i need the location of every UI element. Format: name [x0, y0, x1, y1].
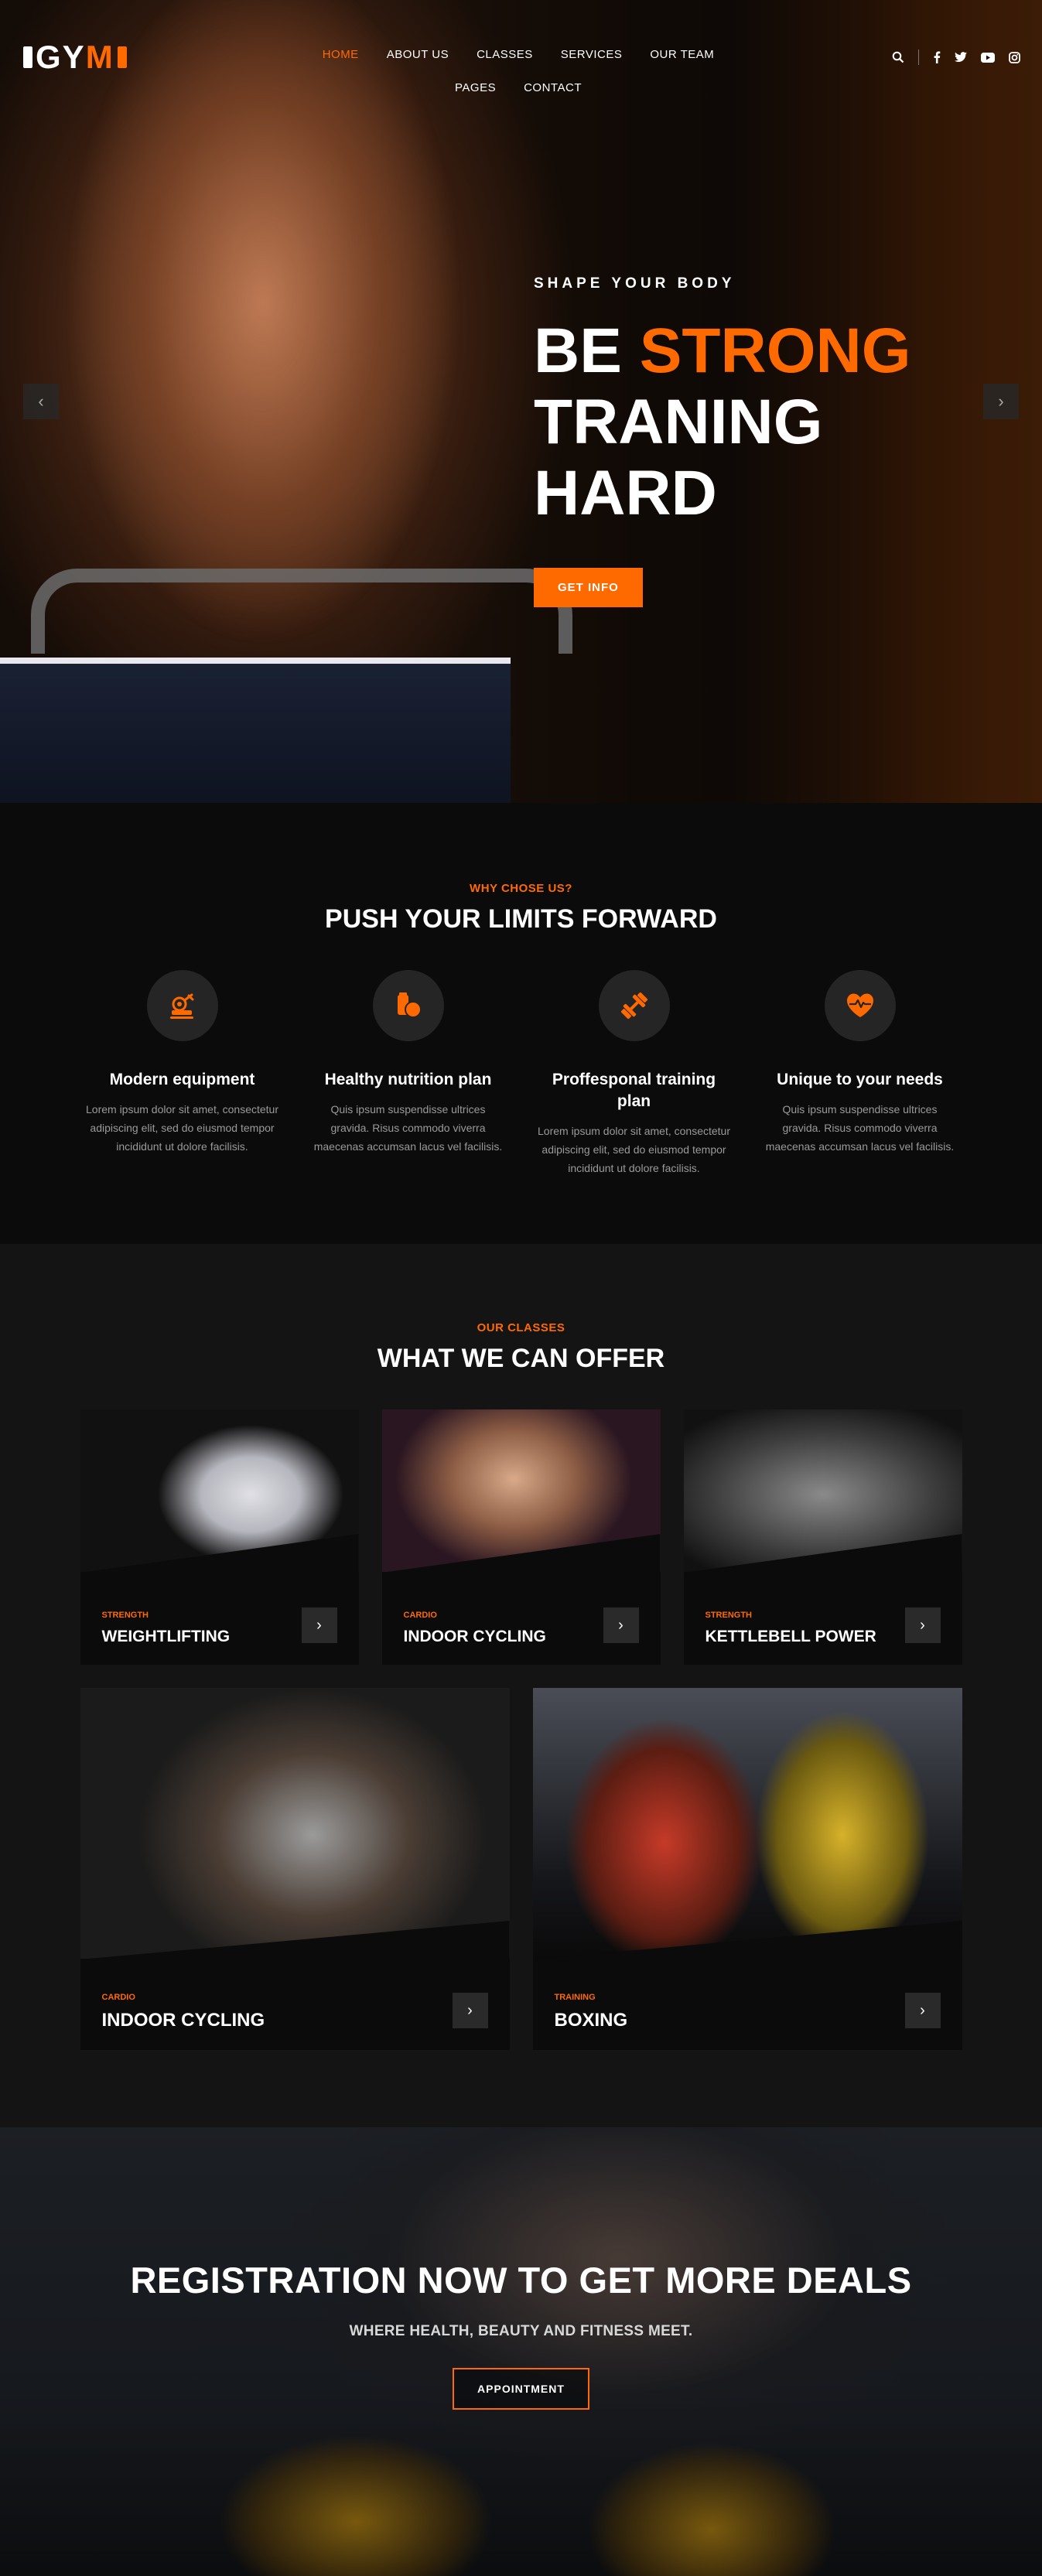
class-image	[80, 1688, 510, 1959]
nav-services[interactable]: Services	[561, 48, 623, 61]
class-category: STRENGTH	[705, 1611, 753, 1620]
instagram-icon[interactable]	[1009, 51, 1020, 63]
feature-item: Proffesponal training plan Lorem ipsum d…	[521, 970, 747, 1177]
chevron-right-icon: ›	[316, 1616, 322, 1634]
registration-title: REGISTRATION NOW TO GET MORE DEALS	[130, 2260, 912, 2301]
feature-title: Unique to your needs	[777, 1071, 943, 1088]
heart-icon	[824, 970, 896, 1041]
class-arrow-button[interactable]: ›	[904, 1607, 941, 1643]
nav-contact[interactable]: Contact	[524, 81, 582, 94]
class-name: BOXING	[554, 2010, 628, 2031]
chevron-left-icon: ‹	[38, 391, 44, 411]
feature-text: Lorem ipsum dolor sit amet, consectetur …	[86, 1103, 278, 1153]
feature-text: Quis ipsum suspendisse ultrices gravida.…	[313, 1103, 503, 1153]
barbell-image	[31, 569, 572, 654]
hero-section: GY M Home About Us Classes Services Our …	[0, 0, 1042, 803]
hero-title-be: BE	[534, 316, 622, 386]
dumbbell-icon	[598, 970, 670, 1041]
classes-section: OUR CLASSES WHAT WE CAN OFFER STRENGTH W…	[0, 1244, 1042, 2127]
hero-subtitle: SHAPE YOUR BODY	[534, 275, 736, 292]
class-category: STRENGTH	[101, 1611, 149, 1620]
nutrition-icon	[372, 970, 444, 1041]
youtube-icon[interactable]	[981, 52, 995, 63]
hero-title: BE STRONG TRANING HARD	[534, 316, 1013, 529]
class-arrow-button[interactable]: ›	[452, 1993, 488, 2028]
site-logo[interactable]: GY M	[23, 39, 127, 76]
class-category: CARDIO	[101, 1993, 135, 2002]
class-arrow-button[interactable]: ›	[904, 1993, 941, 2028]
class-info: TRAINING BOXING	[555, 1993, 628, 2031]
facebook-icon[interactable]	[933, 51, 941, 63]
header-actions	[892, 50, 1020, 65]
class-card[interactable]: CARDIO INDOOR CYCLING ›	[381, 1409, 661, 1665]
class-info: CARDIO INDOOR CYCLING	[102, 1993, 265, 2031]
hero-title-line3: HARD	[534, 458, 717, 528]
feature-item: Modern equipment Lorem ipsum dolor sit a…	[70, 970, 296, 1177]
appointment-button[interactable]: APPOINTMENT	[453, 2368, 589, 2410]
logo-dumbbell-right	[117, 46, 127, 68]
chevron-right-icon: ›	[618, 1616, 623, 1634]
why-section: WHY CHOSE US? PUSH YOUR LIMITS FORWARD M…	[0, 803, 1042, 1244]
get-info-button[interactable]: GET INFO	[534, 568, 643, 607]
class-info: STRENGTH KETTLEBELL POWER	[705, 1611, 876, 1646]
nav-about-us[interactable]: About Us	[387, 48, 449, 61]
hero-title-strong: STRONG	[639, 316, 911, 386]
shorts-image	[0, 658, 511, 803]
twitter-icon[interactable]	[955, 52, 967, 63]
slider-prev-button[interactable]: ‹	[23, 384, 59, 419]
class-category: CARDIO	[403, 1611, 437, 1620]
class-name: INDOOR CYCLING	[101, 2010, 265, 2031]
class-arrow-button[interactable]: ›	[301, 1607, 337, 1643]
logo-dumbbell-left	[23, 46, 32, 68]
class-row: CARDIO INDOOR CYCLING › TRAINING BOXING …	[80, 1688, 962, 2050]
class-image	[532, 1688, 962, 1959]
classes-kicker: OUR CLASSES	[477, 1321, 565, 1334]
class-info: STRENGTH WEIGHTLIFTING	[102, 1611, 231, 1646]
class-card[interactable]: STRENGTH KETTLEBELL POWER ›	[683, 1409, 962, 1665]
feature-text: Lorem ipsum dolor sit amet, consectetur …	[538, 1125, 730, 1174]
nav-classes[interactable]: Classes	[477, 48, 533, 61]
feature-item: Unique to your needs Quis ipsum suspendi…	[747, 970, 973, 1177]
class-name: KETTLEBELL POWER	[705, 1628, 876, 1645]
class-image	[80, 1409, 359, 1572]
top-navigation: GY M Home About Us Classes Services Our …	[0, 0, 1042, 116]
registration-subtitle: WHERE HEALTH, BEAUTY AND FITNESS MEET.	[349, 2323, 693, 2339]
feature-item: Healthy nutrition plan Quis ipsum suspen…	[296, 970, 521, 1177]
feature-title: Proffesponal training plan	[552, 1071, 716, 1110]
chevron-right-icon: ›	[467, 2001, 473, 2019]
feature-title: Modern equipment	[109, 1071, 255, 1088]
class-name: INDOOR CYCLING	[403, 1628, 546, 1645]
class-name: WEIGHTLIFTING	[101, 1628, 231, 1645]
class-grid: STRENGTH WEIGHTLIFTING › CARDIO INDOOR C…	[80, 1409, 962, 2050]
class-image	[381, 1409, 661, 1572]
registration-banner: REGISTRATION NOW TO GET MORE DEALS WHERE…	[0, 2127, 1042, 2576]
why-kicker: WHY CHOSE US?	[470, 882, 572, 895]
feature-title: Healthy nutrition plan	[324, 1071, 492, 1088]
feature-list: Modern equipment Lorem ipsum dolor sit a…	[0, 970, 1042, 1177]
class-card[interactable]: STRENGTH WEIGHTLIFTING ›	[80, 1409, 359, 1665]
chevron-right-icon: ›	[920, 1616, 925, 1634]
search-icon[interactable]	[892, 51, 904, 63]
logo-text-gy: GY	[36, 39, 86, 75]
class-card[interactable]: CARDIO INDOOR CYCLING ›	[80, 1688, 510, 2050]
nav-pages[interactable]: Pages	[455, 81, 496, 94]
class-row: STRENGTH WEIGHTLIFTING › CARDIO INDOOR C…	[80, 1409, 962, 1665]
class-info: CARDIO INDOOR CYCLING	[404, 1611, 546, 1646]
main-nav: Home About Us Classes Services Our Team …	[294, 48, 743, 94]
logo-text-m: M	[85, 39, 114, 75]
equipment-icon	[146, 970, 218, 1041]
classes-title: WHAT WE CAN OFFER	[377, 1344, 665, 1373]
header-divider	[918, 50, 919, 65]
feature-text: Quis ipsum suspendisse ultrices gravida.…	[765, 1103, 955, 1153]
class-card[interactable]: TRAINING BOXING ›	[532, 1688, 962, 2050]
class-arrow-button[interactable]: ›	[603, 1607, 639, 1643]
class-category: TRAINING	[554, 1993, 596, 2002]
hero-text: SHAPE YOUR BODY BE STRONG TRANING HARD G…	[534, 275, 1013, 607]
chevron-right-icon: ›	[920, 2001, 925, 2019]
hero-title-line2: TRANING	[534, 387, 823, 457]
nav-home[interactable]: Home	[323, 48, 359, 61]
nav-our-team[interactable]: Our Team	[650, 48, 714, 61]
why-title: PUSH YOUR LIMITS FORWARD	[325, 904, 717, 934]
class-image	[683, 1409, 962, 1572]
